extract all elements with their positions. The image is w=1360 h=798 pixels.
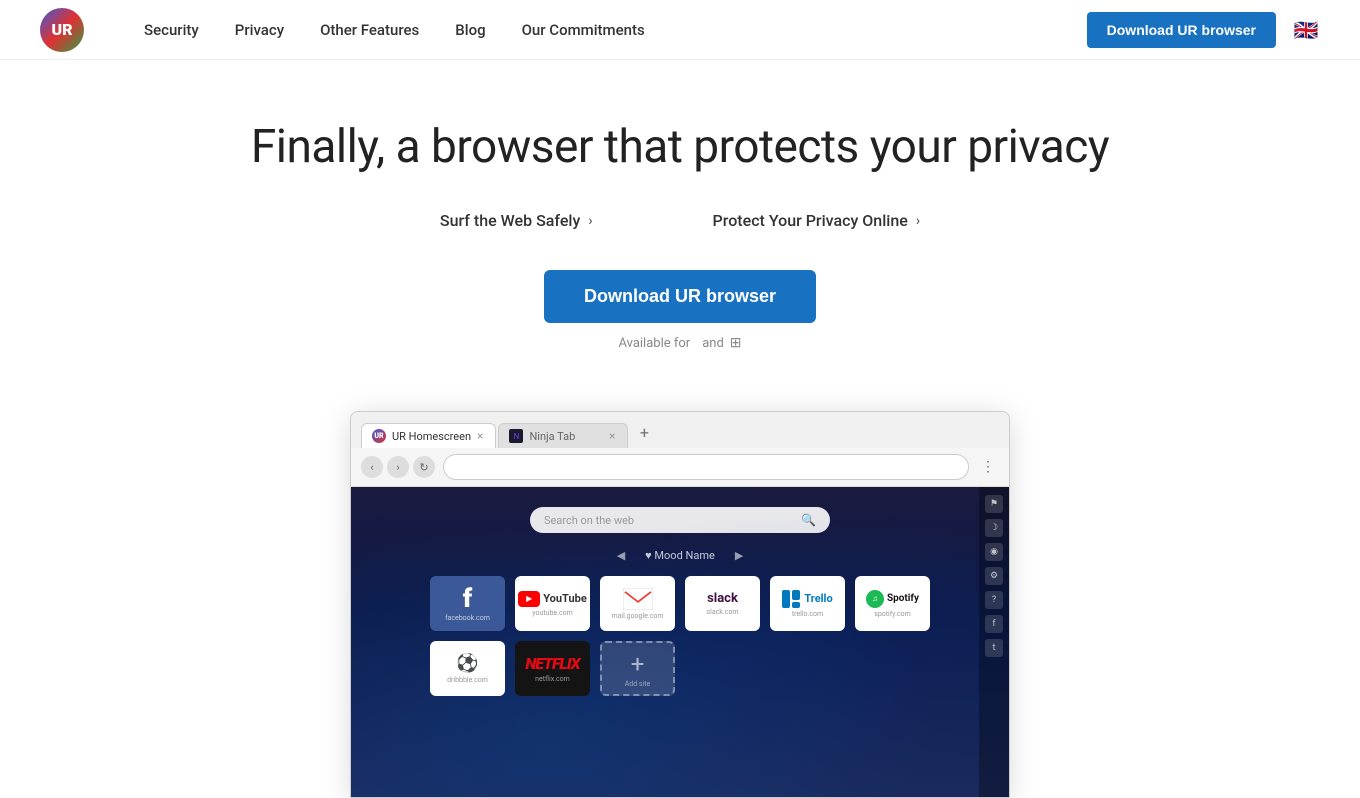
browser-content-area: ⚑ ☽ ◉ ⚙ ? f t Search on the web 🔍 ◀ ♥ Mo… (351, 487, 1009, 797)
hero-title: Finally, a browser that protects your pr… (40, 120, 1320, 175)
speed-dial-trello[interactable]: Trello trello.com (770, 576, 845, 631)
navbar: UR Security Privacy Other Features Blog … (0, 0, 1360, 60)
nav-download-button[interactable]: Download UR browser (1087, 12, 1276, 48)
sidebar-icon-1[interactable]: ⚑ (985, 495, 1003, 513)
dribbble-domain: dribbble.com (447, 676, 488, 684)
browser-search-icon: 🔍 (801, 513, 816, 527)
back-button[interactable]: ‹ (361, 456, 383, 478)
gmail-logo (623, 588, 653, 610)
speed-dial-slack[interactable]: slack slack.com (685, 576, 760, 631)
browser-search-bar[interactable]: Search on the web 🔍 (530, 507, 830, 533)
browser-search-placeholder: Search on the web (544, 514, 801, 527)
hero-link-privacy[interactable]: Protect Your Privacy Online › (713, 211, 921, 230)
netflix-logo: NETFLIX (525, 654, 579, 673)
speed-dial-gmail[interactable]: mail.google.com (600, 576, 675, 631)
slack-logo: slack (707, 591, 738, 606)
speed-dial-netflix[interactable]: NETFLIX netflix.com (515, 641, 590, 696)
nav-actions: Download UR browser 🇬🇧 (1087, 12, 1320, 48)
browser-chrome: UR UR Homescreen × N Ninja Tab × + (351, 412, 1009, 448)
hero-link-privacy-label: Protect Your Privacy Online (713, 211, 908, 230)
add-site-label: Add site (625, 680, 651, 688)
mood-bar: ◀ ♥ Mood Name ▶ (617, 549, 744, 562)
tab-close-icon[interactable]: × (477, 430, 483, 442)
chevron-right-icon-privacy: › (916, 213, 920, 229)
hero-link-surf[interactable]: Surf the Web Safely › (440, 211, 593, 230)
browser-tabs: UR UR Homescreen × N Ninja Tab × + (361, 420, 999, 448)
logo-text: UR (51, 20, 72, 39)
mood-left-arrow[interactable]: ◀ (617, 549, 625, 562)
browser-mockup-container: UR UR Homescreen × N Ninja Tab × + ‹ › ↻ (0, 391, 1360, 798)
browser-sidebar: ⚑ ☽ ◉ ⚙ ? f t (979, 487, 1009, 797)
address-bar[interactable] (443, 454, 969, 480)
new-tab-button[interactable]: + (630, 420, 658, 448)
speed-dial-add[interactable]: + Add site (600, 641, 675, 696)
browser-mockup: UR UR Homescreen × N Ninja Tab × + ‹ › ↻ (350, 411, 1010, 798)
speed-dial-facebook[interactable]: f facebook.com (430, 576, 505, 631)
tab-homescreen-label: UR Homescreen (392, 430, 471, 443)
hero-link-surf-label: Surf the Web Safely (440, 211, 580, 230)
chevron-right-icon-surf: › (588, 213, 592, 229)
sidebar-icon-3[interactable]: ◉ (985, 543, 1003, 561)
refresh-button[interactable]: ↻ (413, 456, 435, 478)
spotify-logo: ♫ Spotify (866, 590, 919, 608)
tab-ninja-icon: N (509, 429, 523, 443)
trello-domain: trello.com (792, 610, 823, 618)
gmail-domain: mail.google.com (611, 612, 663, 620)
tab-ur-icon: UR (372, 429, 386, 443)
logo[interactable]: UR (40, 8, 84, 52)
mood-right-arrow[interactable]: ▶ (735, 549, 743, 562)
sidebar-icon-4[interactable]: ⚙ (985, 567, 1003, 585)
nav-privacy[interactable]: Privacy (235, 21, 284, 39)
speed-dial-dribbble[interactable]: ⚽ dribbble.com (430, 641, 505, 696)
hero-download-button[interactable]: Download UR browser (544, 270, 816, 323)
speed-dial-spotify[interactable]: ♫ Spotify spotify.com (855, 576, 930, 631)
slack-domain: slack.com (707, 608, 739, 616)
add-site-icon: + (631, 650, 645, 678)
nav-security[interactable]: Security (144, 21, 199, 39)
nav-links: Security Privacy Other Features Blog Our… (144, 21, 1087, 39)
netflix-domain: netflix.com (535, 675, 570, 683)
hero-feature-links: Surf the Web Safely › Protect Your Priva… (40, 211, 1320, 230)
tab-ninja-close-icon[interactable]: × (609, 430, 615, 442)
browser-menu-button[interactable]: ⋮ (977, 456, 999, 478)
nav-commitments[interactable]: Our Commitments (522, 21, 645, 39)
browser-tab-homescreen[interactable]: UR UR Homescreen × (361, 423, 496, 448)
tab-ninja-label: Ninja Tab (529, 430, 575, 443)
facebook-logo: f (463, 586, 472, 612)
trello-logo: Trello (782, 590, 832, 608)
facebook-domain: facebook.com (445, 614, 490, 622)
nav-other-features[interactable]: Other Features (320, 21, 419, 39)
mood-label: ♥ Mood Name (645, 549, 715, 562)
youtube-logo-group: ▶ YouTube (518, 591, 587, 607)
language-flag[interactable]: 🇬🇧 (1292, 20, 1320, 40)
sidebar-icon-6[interactable]: f (985, 615, 1003, 633)
available-platforms: Available for and ⊞ (40, 335, 1320, 351)
platform-icons: and ⊞ (696, 335, 741, 351)
sidebar-icon-2[interactable]: ☽ (985, 519, 1003, 537)
hero-section: Finally, a browser that protects your pr… (0, 60, 1360, 391)
browser-tab-ninja[interactable]: N Ninja Tab × (498, 423, 628, 448)
youtube-text: YouTube (543, 592, 587, 605)
spotify-domain: spotify.com (874, 610, 911, 618)
forward-button[interactable]: › (387, 456, 409, 478)
sidebar-icon-5[interactable]: ? (985, 591, 1003, 609)
sidebar-icon-7[interactable]: t (985, 639, 1003, 657)
youtube-play-icon: ▶ (518, 591, 540, 607)
browser-nav-buttons: ‹ › ↻ (361, 456, 435, 478)
speed-dial-grid: f facebook.com ▶ YouTube youtube.com (430, 576, 930, 696)
youtube-domain: youtube.com (532, 609, 573, 617)
dribbble-logo: ⚽ (456, 653, 478, 674)
nav-blog[interactable]: Blog (455, 21, 485, 39)
browser-toolbar: ‹ › ↻ ⋮ (351, 448, 1009, 487)
windows-icon: ⊞ (730, 335, 742, 351)
speed-dial-youtube[interactable]: ▶ YouTube youtube.com (515, 576, 590, 631)
browser-main-content: Search on the web 🔍 ◀ ♥ Mood Name ▶ f fa… (351, 487, 1009, 797)
